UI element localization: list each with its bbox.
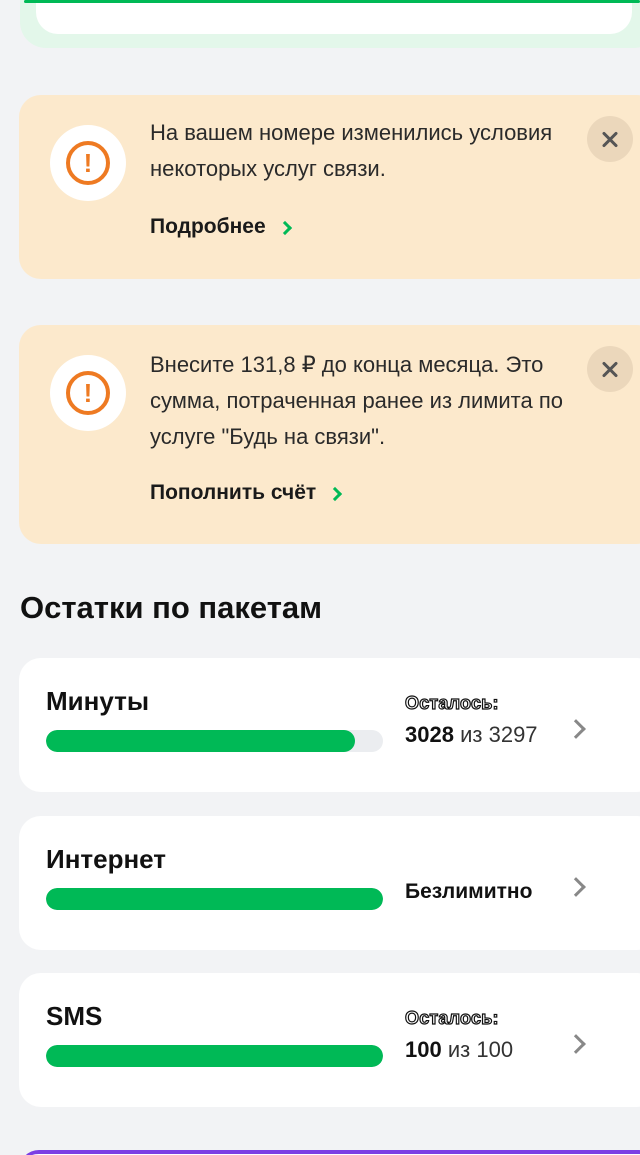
remaining-amount: 3028	[405, 722, 454, 747]
notice-link-label: Пополнить счёт	[150, 481, 317, 504]
exclamation-circle-icon: !	[66, 371, 110, 415]
warning-symbol: !	[83, 148, 93, 178]
notice-message: На вашем номере изменились условия некот…	[150, 120, 553, 181]
notice-message: Внесите 131,8 ₽ до конца месяца. Это сум…	[150, 352, 564, 449]
chevron-right-icon	[566, 877, 586, 897]
section-title-packages: Остатки по пакетам	[20, 590, 323, 625]
notice-card-payment: ! Внесите 131,8 ₽ до конца месяца. Это с…	[19, 325, 640, 544]
progress-bar-track	[46, 888, 383, 910]
package-card-internet[interactable]: Интернет Безлимитно	[19, 816, 640, 950]
progress-bar-fill	[46, 730, 356, 752]
remaining-label: Осталось:	[404, 692, 499, 713]
remaining-total: 3297	[488, 722, 538, 747]
next-card-partial	[19, 1150, 640, 1155]
unlimited-label: Безлимитно	[405, 880, 533, 903]
remaining-separator: из	[460, 722, 483, 747]
chevron-right-icon	[328, 486, 343, 501]
package-name: Интернет	[46, 844, 167, 874]
notice-link-label: Подробнее	[150, 215, 266, 238]
top-partial-card-inner	[36, 0, 632, 34]
close-button[interactable]	[587, 116, 633, 162]
progress-bar-fill	[46, 1045, 383, 1067]
package-name: Минуты	[46, 686, 150, 716]
warning-icon-badge: !	[50, 355, 126, 431]
package-name: SMS	[46, 1001, 103, 1031]
package-card-minutes[interactable]: Минуты Осталось: 3028 из 3297	[19, 658, 640, 792]
remaining-label: Осталось:	[404, 1007, 499, 1028]
top-accent-line	[24, 0, 640, 3]
package-card-sms[interactable]: SMS Осталось: 100 из 100	[19, 973, 640, 1107]
progress-bar-fill	[46, 888, 383, 910]
top-up-balance-link[interactable]: Пополнить счёт	[150, 481, 343, 505]
close-button[interactable]	[587, 346, 633, 392]
remaining-value: 100 из 100	[405, 1037, 513, 1063]
chevron-right-icon	[277, 220, 292, 235]
warning-symbol: !	[83, 378, 93, 408]
notice-card-service-change: ! На вашем номере изменились условия нек…	[19, 95, 640, 279]
remaining-separator: из	[447, 1037, 471, 1062]
remaining-value: 3028 из 3297	[405, 722, 538, 748]
remaining-amount: 100	[405, 1037, 442, 1062]
page: ! На вашем номере изменились условия нек…	[0, 0, 640, 1155]
progress-bar-track	[46, 730, 383, 752]
progress-bar-track	[46, 1045, 383, 1067]
notice-details-link[interactable]: Подробнее	[150, 215, 292, 239]
exclamation-circle-icon: !	[66, 141, 110, 185]
chevron-right-icon	[566, 1034, 586, 1054]
warning-icon-badge: !	[50, 125, 126, 201]
remaining-total: 100	[476, 1037, 514, 1062]
chevron-right-icon	[566, 719, 586, 739]
